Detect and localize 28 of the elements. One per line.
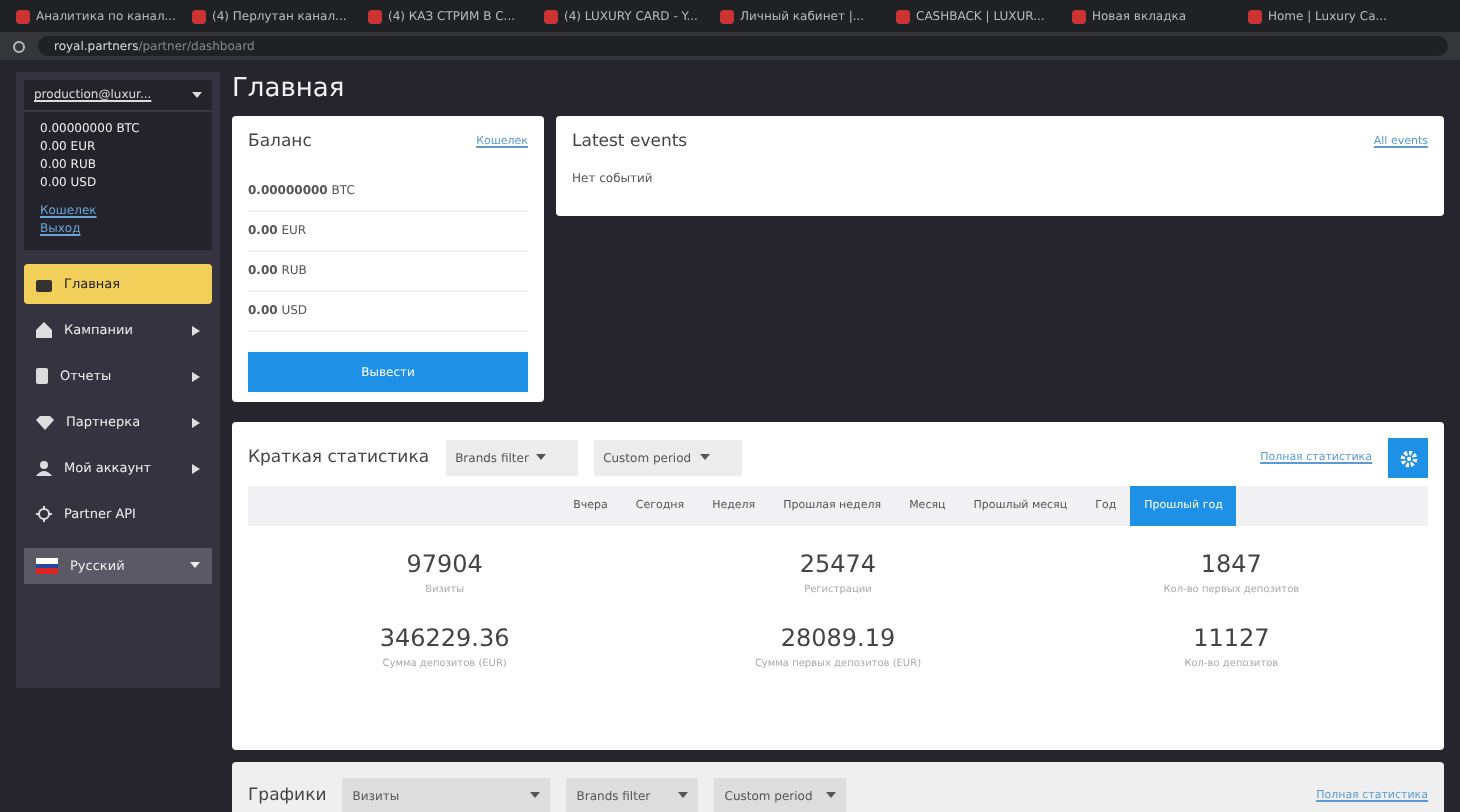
metric-value: 25474 <box>799 550 877 578</box>
diamond-icon <box>36 415 54 429</box>
metric-value: 97904 <box>406 550 483 578</box>
metric-value: 346229.36 <box>379 624 510 652</box>
caret-icon <box>678 792 689 800</box>
card-title: Графики <box>248 786 327 806</box>
flag-icon <box>36 558 58 574</box>
metric-value: 11127 <box>1193 624 1270 652</box>
caret-icon <box>530 792 541 800</box>
metric-value: 1847 <box>1200 550 1262 578</box>
caret-icon <box>192 91 202 99</box>
caret-icon <box>536 454 547 462</box>
wallet-icon <box>36 277 52 291</box>
crosshair-icon <box>36 506 52 522</box>
settings-icon <box>1399 449 1417 467</box>
settings-button[interactable] <box>1388 438 1428 478</box>
person-icon <box>36 460 52 476</box>
document-icon <box>36 368 48 384</box>
caret-icon <box>190 562 200 570</box>
card-title: Latest events <box>572 132 688 152</box>
house-icon <box>36 322 52 338</box>
page-title: Главная <box>232 72 347 104</box>
caret-icon <box>699 454 710 462</box>
caret-icon <box>826 792 837 800</box>
reload-icon[interactable] <box>12 39 26 53</box>
metric-value: 28089.19 <box>780 624 896 652</box>
card-title: Краткая статистика <box>248 448 430 468</box>
card-title: Баланс <box>248 132 312 152</box>
